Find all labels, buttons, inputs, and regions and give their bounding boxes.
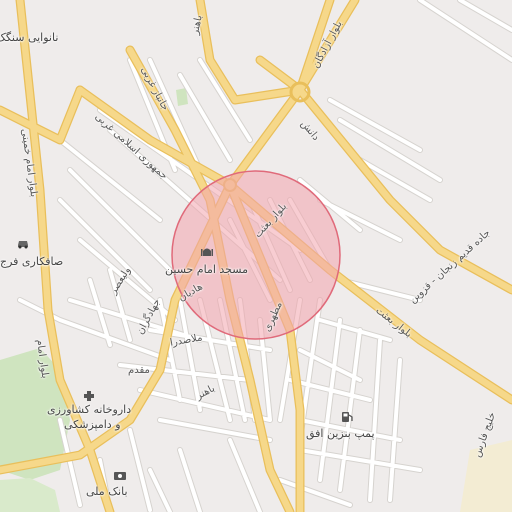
bank-icon[interactable] bbox=[113, 469, 127, 483]
poi-label-pharmacy-line-2[interactable]: و دامپزشکی bbox=[64, 419, 121, 430]
map-canvas[interactable] bbox=[0, 0, 512, 512]
park-area bbox=[460, 440, 512, 512]
fuel-icon[interactable] bbox=[340, 410, 354, 424]
pharmacy-icon[interactable] bbox=[82, 389, 96, 403]
poi-label-pharmacy-line-1[interactable]: داروخانه کشاورزی bbox=[47, 404, 131, 415]
poi-label-mosque[interactable]: مسجد امام حسین bbox=[165, 264, 248, 275]
street-label: مقدم bbox=[128, 365, 150, 376]
park-area bbox=[0, 478, 60, 512]
poi-label-car-shop[interactable]: صافکاری فرج bbox=[0, 256, 63, 267]
mosque-icon[interactable] bbox=[200, 244, 214, 258]
poi-label-bank[interactable]: بانک ملی bbox=[86, 486, 128, 497]
map-viewport[interactable]: نانوایی سنگک صافکاری فرج مسجد امام حسین … bbox=[0, 0, 512, 512]
car-icon[interactable] bbox=[16, 236, 30, 250]
poi-label-gas-station[interactable]: پمپ بنزین افق bbox=[306, 428, 375, 439]
search-radius-circle[interactable] bbox=[171, 170, 341, 340]
poi-label-bakery[interactable]: نانوایی سنگک bbox=[0, 32, 58, 43]
